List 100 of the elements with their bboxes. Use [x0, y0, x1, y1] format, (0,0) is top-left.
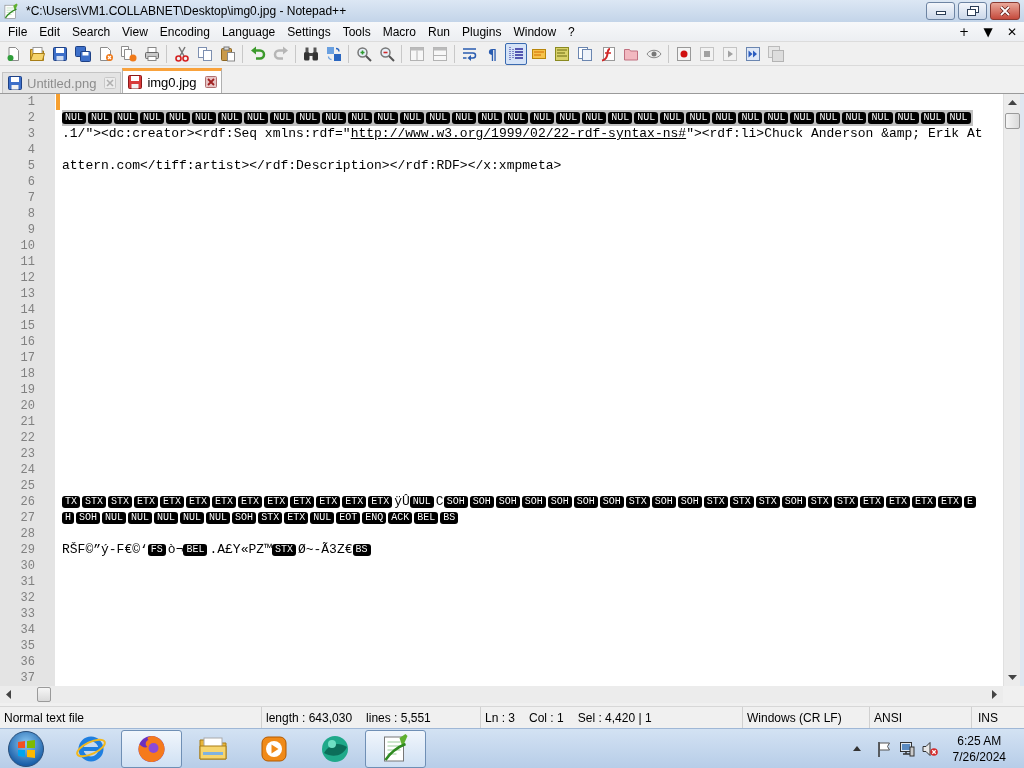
copy-icon[interactable] — [196, 45, 213, 62]
menu-item[interactable]: Plugins — [456, 22, 508, 41]
browser-icon[interactable] — [121, 729, 182, 768]
indent-guide-icon[interactable] — [504, 42, 527, 65]
binoculars-icon[interactable] — [302, 45, 319, 62]
line-number: 31 — [0, 574, 55, 590]
code-text: ÿÛ — [394, 494, 410, 510]
close-button[interactable]: ✕ — [1000, 22, 1024, 41]
close-icon[interactable] — [204, 76, 217, 88]
scrollbar-thumb[interactable] — [1004, 113, 1020, 129]
menu-item[interactable]: Tools — [336, 22, 377, 41]
function-list-icon[interactable] — [599, 45, 616, 62]
line-number: 15 — [0, 318, 55, 334]
line-number: 2 — [0, 110, 55, 126]
open-folder-icon[interactable] — [28, 45, 45, 62]
record-icon[interactable] — [675, 45, 692, 62]
word-wrap-icon[interactable] — [461, 45, 478, 62]
speaker-muted-icon[interactable] — [921, 740, 938, 757]
menu-item[interactable]: Macro — [376, 22, 422, 41]
network-icon[interactable] — [898, 740, 915, 757]
control-character: NUL — [244, 112, 269, 124]
menu-item[interactable]: ? — [562, 22, 581, 41]
vertical-scrollbar[interactable] — [1003, 94, 1020, 686]
url-link[interactable]: http://www.w3.org/1999/02/22-rdf-syntax-ns# — [350, 126, 687, 142]
scrollbar-thumb[interactable] — [37, 687, 51, 702]
line-number: 27 — [0, 510, 55, 526]
flag-icon[interactable] — [875, 740, 892, 757]
up-arrow-icon[interactable] — [852, 746, 861, 751]
undo-arrow-icon[interactable] — [249, 45, 266, 62]
line-number: 6 — [0, 174, 55, 190]
control-character: NUL — [102, 512, 127, 524]
menu-item[interactable]: Search — [66, 22, 117, 41]
menu-item[interactable]: Language — [215, 22, 282, 41]
code-text: Ø~-Ã3Z€ — [297, 542, 353, 558]
line-number: 35 — [0, 638, 55, 654]
menu-item[interactable]: Settings — [281, 22, 337, 41]
line-number: 23 — [0, 446, 55, 462]
line-number: 11 — [0, 254, 55, 270]
control-character: STX — [258, 512, 283, 524]
start-icon[interactable] — [8, 730, 44, 767]
down-arrow-icon[interactable] — [1007, 675, 1017, 680]
menu-item[interactable]: View — [116, 22, 154, 41]
text-editor[interactable] — [0, 94, 1024, 686]
dropdown-button[interactable]: ▼ — [976, 22, 1000, 41]
control-character: NUL — [206, 512, 231, 524]
control-character: SOH — [76, 512, 101, 524]
code-text: .1/"><dc:creator><rdf:Seq xmlns:rdf=" — [62, 126, 351, 142]
menu-item[interactable]: Run — [422, 22, 457, 41]
line-number: 8 — [0, 206, 55, 222]
document-map-icon[interactable] — [553, 45, 570, 62]
control-character: BS — [440, 512, 459, 524]
control-character: STX — [729, 496, 754, 508]
clipboard-icon[interactable] — [219, 45, 236, 62]
menu-item[interactable]: Window — [507, 22, 563, 41]
line-number: 34 — [0, 622, 55, 638]
code-text: C — [435, 494, 444, 510]
control-character: NUL — [660, 112, 685, 124]
replace-icon[interactable] — [325, 45, 342, 62]
line-number: 30 — [0, 558, 55, 574]
zoom-out-icon[interactable] — [378, 45, 395, 62]
restore-button[interactable] — [958, 2, 987, 20]
floppy-disks-icon[interactable] — [74, 45, 91, 62]
close-button[interactable] — [990, 2, 1020, 20]
tab[interactable]: img0.jpg — [122, 68, 222, 93]
plus-button[interactable]: + — [952, 22, 976, 41]
scissors-icon[interactable] — [173, 45, 190, 62]
menu-item[interactable]: Edit — [33, 22, 67, 41]
fast-forward-icon[interactable] — [744, 45, 761, 62]
line-number: 33 — [0, 606, 55, 622]
restore-icon — [966, 6, 979, 16]
control-character: SOH — [677, 496, 702, 508]
close-files-icon[interactable] — [120, 45, 137, 62]
line-number: 7 — [0, 190, 55, 206]
code-text: ò¬ — [167, 542, 184, 558]
control-character: STX — [755, 496, 780, 508]
control-character: SOH — [599, 496, 624, 508]
menu-item[interactable]: Encoding — [153, 22, 216, 41]
left-arrow-icon[interactable] — [6, 690, 11, 699]
minimize-button[interactable] — [926, 2, 955, 20]
control-character: NUL — [686, 112, 711, 124]
control-character: STX — [108, 496, 133, 508]
menu-item[interactable]: File — [2, 22, 34, 41]
control-character: ETX — [342, 496, 367, 508]
control-character: NUL — [452, 112, 477, 124]
pilcrow-button[interactable]: ¶ — [484, 45, 501, 62]
right-arrow-icon[interactable] — [992, 690, 997, 699]
notepad-icon[interactable] — [365, 729, 426, 768]
up-arrow-icon[interactable] — [1007, 100, 1017, 105]
printer-icon[interactable] — [143, 45, 160, 62]
close-file-icon[interactable] — [97, 45, 114, 62]
horizontal-scrollbar[interactable] — [0, 686, 1003, 703]
zoom-in-icon[interactable] — [355, 45, 372, 62]
new-file-icon[interactable] — [5, 45, 22, 62]
control-character: NUL — [816, 112, 841, 124]
control-character: ETX — [316, 496, 341, 508]
document-list-icon[interactable] — [576, 45, 593, 62]
status-text: Sel : 4,420 | 1 — [577, 710, 652, 725]
control-character: NUL — [409, 496, 434, 508]
control-character: NUL — [348, 112, 373, 124]
control-character: NUL — [88, 112, 113, 124]
